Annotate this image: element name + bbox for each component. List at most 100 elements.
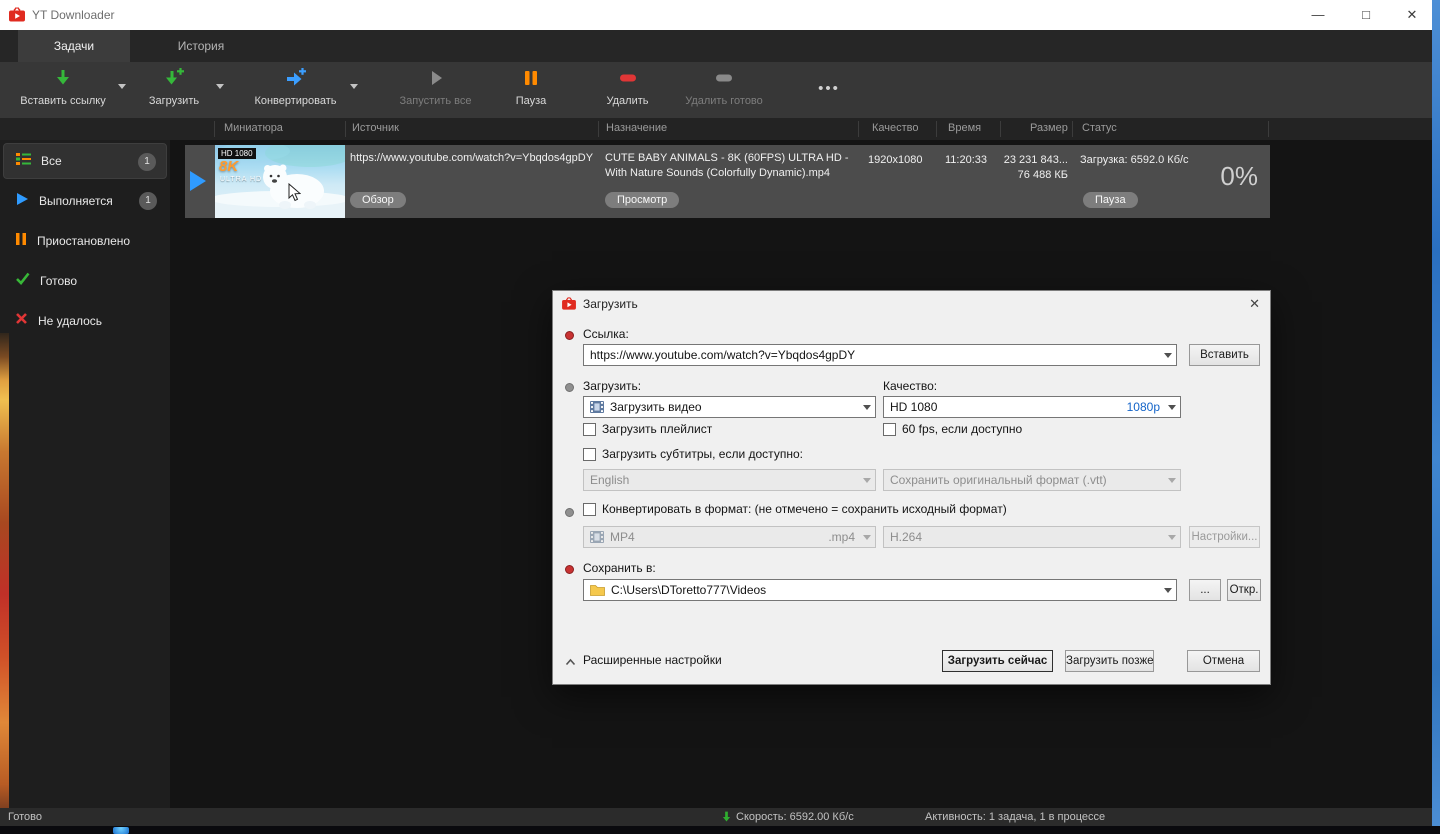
taskbar-sliver	[0, 826, 1440, 834]
sidebar-item-all[interactable]: Все 1	[3, 143, 167, 179]
save-to-label: Сохранить в:	[583, 561, 656, 575]
pause-button[interactable]: Пауза	[496, 68, 566, 114]
subtitles-checkbox-box[interactable]	[583, 447, 596, 461]
status-ready-text: Готово	[8, 811, 42, 823]
sidebar-item-running-label: Выполняется	[39, 194, 113, 208]
convert-button[interactable]: Конвертировать	[243, 67, 348, 114]
more-actions-button[interactable]: •••	[806, 80, 852, 97]
quality-chevron-icon[interactable]	[1168, 404, 1176, 410]
link-combobox[interactable]: https://www.youtube.com/watch?v=Ybqdos4g…	[583, 344, 1177, 366]
pause-label: Пауза	[515, 95, 547, 107]
format-extension: .mp4	[828, 530, 855, 544]
status-speed-text: Скорость: 6592.00 Кб/с	[736, 811, 854, 823]
subtitles-language-combobox: English	[583, 469, 876, 491]
dialog-close-icon[interactable]: ✕	[1249, 291, 1260, 317]
task-preview-button[interactable]: Просмотр	[605, 192, 680, 208]
download-plus-icon	[138, 67, 210, 92]
task-quality: 1920x1080	[868, 154, 923, 166]
task-thumbnail: HD 1080 8K ULTRA HD	[215, 145, 345, 218]
subtitles-format-combobox: Сохранить оригинальный формат (.vtt)	[883, 469, 1181, 491]
column-time: Время	[948, 122, 982, 134]
dialog-logo-icon	[562, 297, 576, 315]
sidebar-item-paused[interactable]: Приостановлено	[3, 223, 167, 259]
cancel-button[interactable]: Отмена	[1187, 650, 1260, 672]
paused-pause-icon	[15, 232, 27, 251]
advanced-chevron-up-icon[interactable]	[565, 654, 576, 672]
browse-button[interactable]: ...	[1189, 579, 1221, 601]
convert-label: Конвертировать	[254, 95, 337, 107]
start-all-button: Запустить все	[388, 68, 483, 114]
open-folder-button[interactable]: Откр.	[1227, 579, 1261, 601]
download-label: Загрузить	[148, 95, 200, 107]
paste-link-dropdown-chevron-icon[interactable]	[118, 84, 126, 89]
task-row[interactable]: HD 1080 8K ULTRA HD https://www.youtube.…	[185, 145, 1270, 218]
taskbar-app-icon[interactable]	[113, 827, 129, 834]
delete-done-label: Удалить готово	[685, 95, 763, 107]
task-size-total: 76 488 КБ	[1017, 169, 1068, 181]
tab-bar: Задачи История	[0, 30, 1432, 82]
required-bullet-save	[565, 565, 574, 574]
fps-checkbox[interactable]: 60 fps, если доступно	[883, 422, 1022, 436]
quality-combobox[interactable]: HD 1080 1080p	[883, 396, 1181, 418]
convert-dropdown-chevron-icon[interactable]	[350, 84, 358, 89]
column-source: Источник	[352, 122, 399, 134]
download-type-chevron-icon[interactable]	[863, 404, 871, 410]
task-status-text: Загрузка: 6592.0 Кб/с	[1080, 154, 1189, 166]
convert-checkbox-box[interactable]	[583, 502, 596, 516]
download-type-value: Загрузить видео	[610, 400, 702, 414]
sidebar-item-failed[interactable]: Не удалось	[3, 303, 167, 339]
status-bar: Готово Скорость: 6592.00 Кб/с Активность…	[0, 808, 1432, 826]
download-later-button[interactable]: Загрузить позже	[1065, 650, 1154, 672]
fps-checkbox-box[interactable]	[883, 422, 896, 436]
delete-done-button: Удалить готово	[678, 68, 770, 114]
link-label: Ссылка:	[583, 327, 629, 341]
failed-x-icon	[15, 312, 28, 330]
link-chevron-icon[interactable]	[1164, 352, 1172, 358]
subtitles-format-chevron-icon	[1168, 477, 1176, 483]
sidebar-all-count-badge: 1	[138, 153, 156, 171]
paste-link-button[interactable]: Вставить ссылку	[8, 68, 118, 114]
sidebar-item-done[interactable]: Готово	[3, 263, 167, 299]
save-path-chevron-icon[interactable]	[1164, 587, 1172, 593]
download-type-combobox[interactable]: Загрузить видео	[583, 396, 876, 418]
advanced-settings-link[interactable]: Расширенные настройки	[583, 653, 722, 667]
required-bullet-link	[565, 331, 574, 340]
folder-icon	[590, 584, 605, 596]
playlist-checkbox-box[interactable]	[583, 422, 596, 436]
minimize-button[interactable]: —	[1301, 0, 1335, 30]
task-pause-button[interactable]: Пауза	[1083, 192, 1138, 208]
task-size-downloaded: 23 231 843...	[1003, 154, 1068, 166]
download-dropdown-chevron-icon[interactable]	[216, 84, 224, 89]
sidebar-item-running[interactable]: Выполняется 1	[3, 183, 167, 219]
bullet-convert	[565, 508, 574, 517]
delete-done-minus-icon	[678, 68, 770, 92]
sidebar-running-count-badge: 1	[139, 192, 157, 210]
playlist-checkbox[interactable]: Загрузить плейлист	[583, 422, 712, 436]
dialog-title-bar[interactable]: Загрузить ✕	[553, 291, 1270, 317]
column-thumbnail: Миниатюра	[224, 122, 283, 134]
subtitles-language-chevron-icon	[863, 477, 871, 483]
task-source-browse-button[interactable]: Обзор	[350, 192, 406, 208]
download-button[interactable]: Загрузить	[138, 67, 210, 114]
save-path-combobox[interactable]: C:\Users\DToretto777\Videos	[583, 579, 1177, 601]
app-title: YT Downloader	[32, 8, 115, 22]
codec-chevron-icon	[1168, 534, 1176, 540]
convert-plus-icon	[243, 67, 348, 92]
convert-checkbox[interactable]: Конвертировать в формат: (не отмечено = …	[583, 502, 1007, 516]
task-progress-percent: 0%	[1220, 161, 1258, 191]
close-button[interactable]: ✕	[1395, 0, 1429, 30]
sidebar-item-done-label: Готово	[40, 274, 78, 288]
link-value: https://www.youtube.com/watch?v=Ybqdos4g…	[590, 348, 856, 362]
video-film-icon	[590, 401, 604, 413]
paste-button[interactable]: Вставить	[1189, 344, 1260, 366]
column-quality: Качество	[872, 122, 919, 134]
download-now-button[interactable]: Загрузить сейчас	[942, 650, 1053, 672]
maximize-button[interactable]: □	[1349, 0, 1383, 30]
subtitles-checkbox[interactable]: Загрузить субтитры, если доступно:	[583, 447, 803, 461]
toolbar: Вставить ссылку Загрузить Конвертировать…	[0, 62, 1432, 118]
tab-history[interactable]: История	[130, 30, 272, 62]
tab-tasks[interactable]: Задачи	[18, 30, 130, 62]
delete-button[interactable]: Удалить	[585, 68, 670, 114]
task-play-icon[interactable]	[190, 171, 206, 191]
download-type-label: Загрузить:	[583, 379, 642, 393]
